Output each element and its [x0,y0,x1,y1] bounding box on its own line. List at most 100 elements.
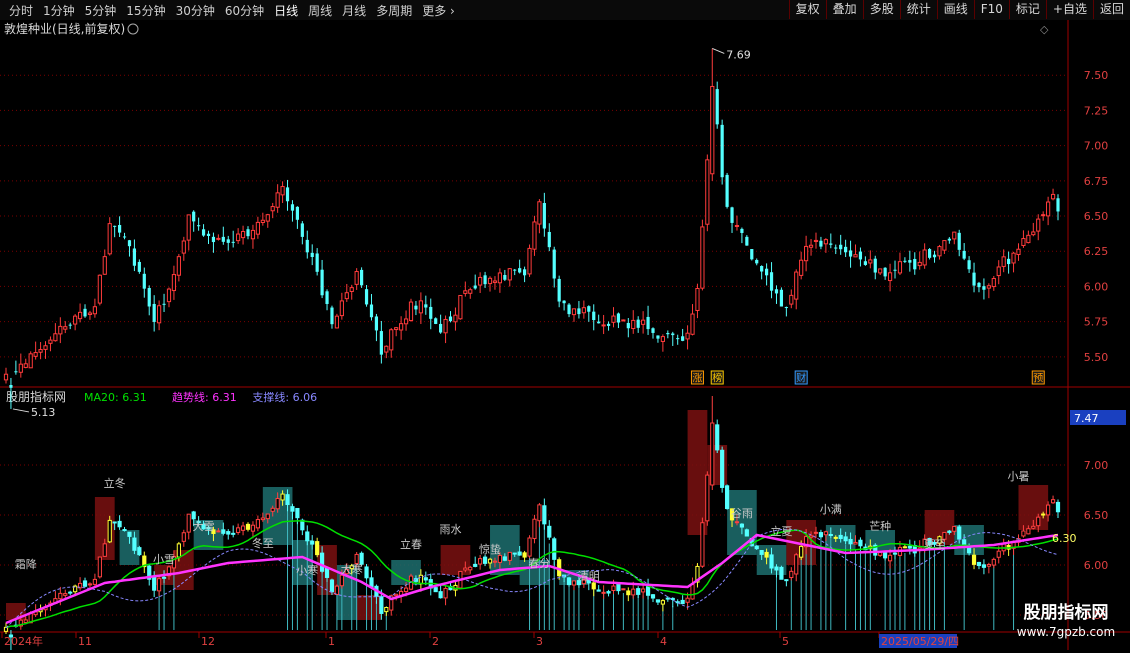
candle-body [260,219,265,224]
period-tab-6[interactable]: 日线 [269,2,303,19]
candle-body [651,328,655,333]
candle-body [83,308,87,317]
candle-body [957,232,961,250]
sub-candle-body [808,535,814,538]
event-marker-2: 财 [796,372,806,385]
sub-candle-body [774,566,779,571]
candle-body [765,268,769,276]
sub-candle-body [952,525,957,532]
sub-candle-body [384,606,389,613]
sub-candle-body [680,599,685,605]
toolbar-button-8[interactable]: 返回 [1092,0,1130,19]
period-tab-9[interactable]: 多周期 [371,2,417,19]
sub-candle-body [310,540,315,545]
candle-body [369,304,374,318]
toolbar: 分时 1分钟 5分钟 15分钟 30分钟 60分钟 日线 周线 月线 多周期 更多 › 复权 叠加 多股… [0,0,1130,21]
sub-candle-body [794,554,799,575]
sub-candle-body [828,534,833,537]
main-ytick-4: 6.50 [1084,210,1109,223]
solar-term-9: 惊蛰 [479,542,501,556]
candle-body [611,315,616,323]
sub-candle-body [507,551,512,561]
candle-body [117,225,122,233]
toolbar-buttons: 复权 叠加 多股 统计 画线 F10 标记 +自选 返回 [788,0,1130,20]
solar-term-2: 小雪 [153,553,175,566]
candle-body [868,259,873,264]
candle-body [102,256,107,275]
sub-candle-body [606,591,611,594]
stock-chart[interactable]: 5.505.756.006.256.506.757.007.257.505.50… [0,20,1130,652]
period-tab-5[interactable]: 60分钟 [220,2,269,19]
toolbar-button-2[interactable]: 多股 [862,0,900,19]
sub-candle-body [1046,504,1051,516]
candle-body [197,225,201,227]
candle-body [68,324,72,326]
candle-body [710,85,715,175]
main-ytick-1: 5.75 [1084,316,1109,329]
period-tab-7[interactable]: 周线 [303,2,337,19]
candle-body [952,231,957,240]
candle-body [745,236,749,246]
xlabel-1: 11 [78,635,92,648]
sub-candle-body [571,580,577,586]
candle-body [581,307,586,314]
sub-candle-body [463,567,468,571]
candle-body [883,267,887,277]
period-tab-8[interactable]: 月线 [337,2,371,19]
candle-body [424,304,428,308]
candle-body [483,275,487,285]
toolbar-button-4[interactable]: 画线 [936,0,974,19]
sub-candle-body [97,556,102,578]
candle-body [92,306,98,315]
candle-body [962,250,966,259]
candle-body [903,260,907,262]
solar-term-0: 立冬 [104,476,126,490]
xlabel-2: 12 [201,635,215,648]
sub-candle-body [552,538,557,560]
candle-body [216,237,221,240]
candle-body [799,259,804,276]
candle-body [774,289,779,294]
sub-candle-body [818,532,824,538]
sub-candle-body [799,545,804,558]
candle-body [463,290,468,294]
solar-term-14: 小满 [820,503,842,516]
period-tab-0[interactable]: 分时 [4,2,38,19]
sub-candle-body [522,552,527,558]
chart-area[interactable]: 5.50 5.75 6.00 6.25 6.50 6.75 7.00 7.25 7.50 5.50… [0,20,1130,652]
sub-candle-body [957,526,962,540]
high-annotation: 7.69 [726,48,751,61]
candle-body [597,321,601,324]
candle-body [73,315,78,325]
toolbar-button-1[interactable]: 叠加 [825,0,863,19]
sub-candle-body [611,585,616,591]
toolbar-button-0[interactable]: 复权 [788,0,826,19]
period-tab-10[interactable]: 更多 › [417,2,460,19]
toolbar-button-3[interactable]: 统计 [899,0,937,19]
toolbar-button-7[interactable]: +自选 [1045,0,1093,19]
candle-body [878,268,883,274]
candle-body [360,269,364,286]
sub-candle-body [1050,499,1056,504]
sub-candle-body [102,543,107,557]
candle-body [122,236,127,238]
sub-candle-body [236,527,241,533]
candle-body [374,316,379,331]
candle-body [681,336,685,341]
candle-body [231,241,235,243]
sub-candle-body [290,506,295,512]
period-tab-3[interactable]: 15分钟 [121,2,170,19]
sub-candle-body [127,531,132,537]
period-tab-2[interactable]: 5分钟 [80,2,122,19]
candle-body [1001,256,1006,267]
sub-candle-body [641,588,646,593]
candle-body [285,187,290,202]
current-value-label: 7.47 [1074,412,1099,425]
period-tab-4[interactable]: 30分钟 [171,2,220,19]
period-tab-1[interactable]: 1分钟 [38,2,80,19]
candle-body [246,229,250,237]
sub-candle-body [403,587,409,593]
toolbar-button-6[interactable]: 标记 [1008,0,1046,19]
toolbar-button-5[interactable]: F10 [973,0,1009,19]
candle-body [557,278,561,302]
